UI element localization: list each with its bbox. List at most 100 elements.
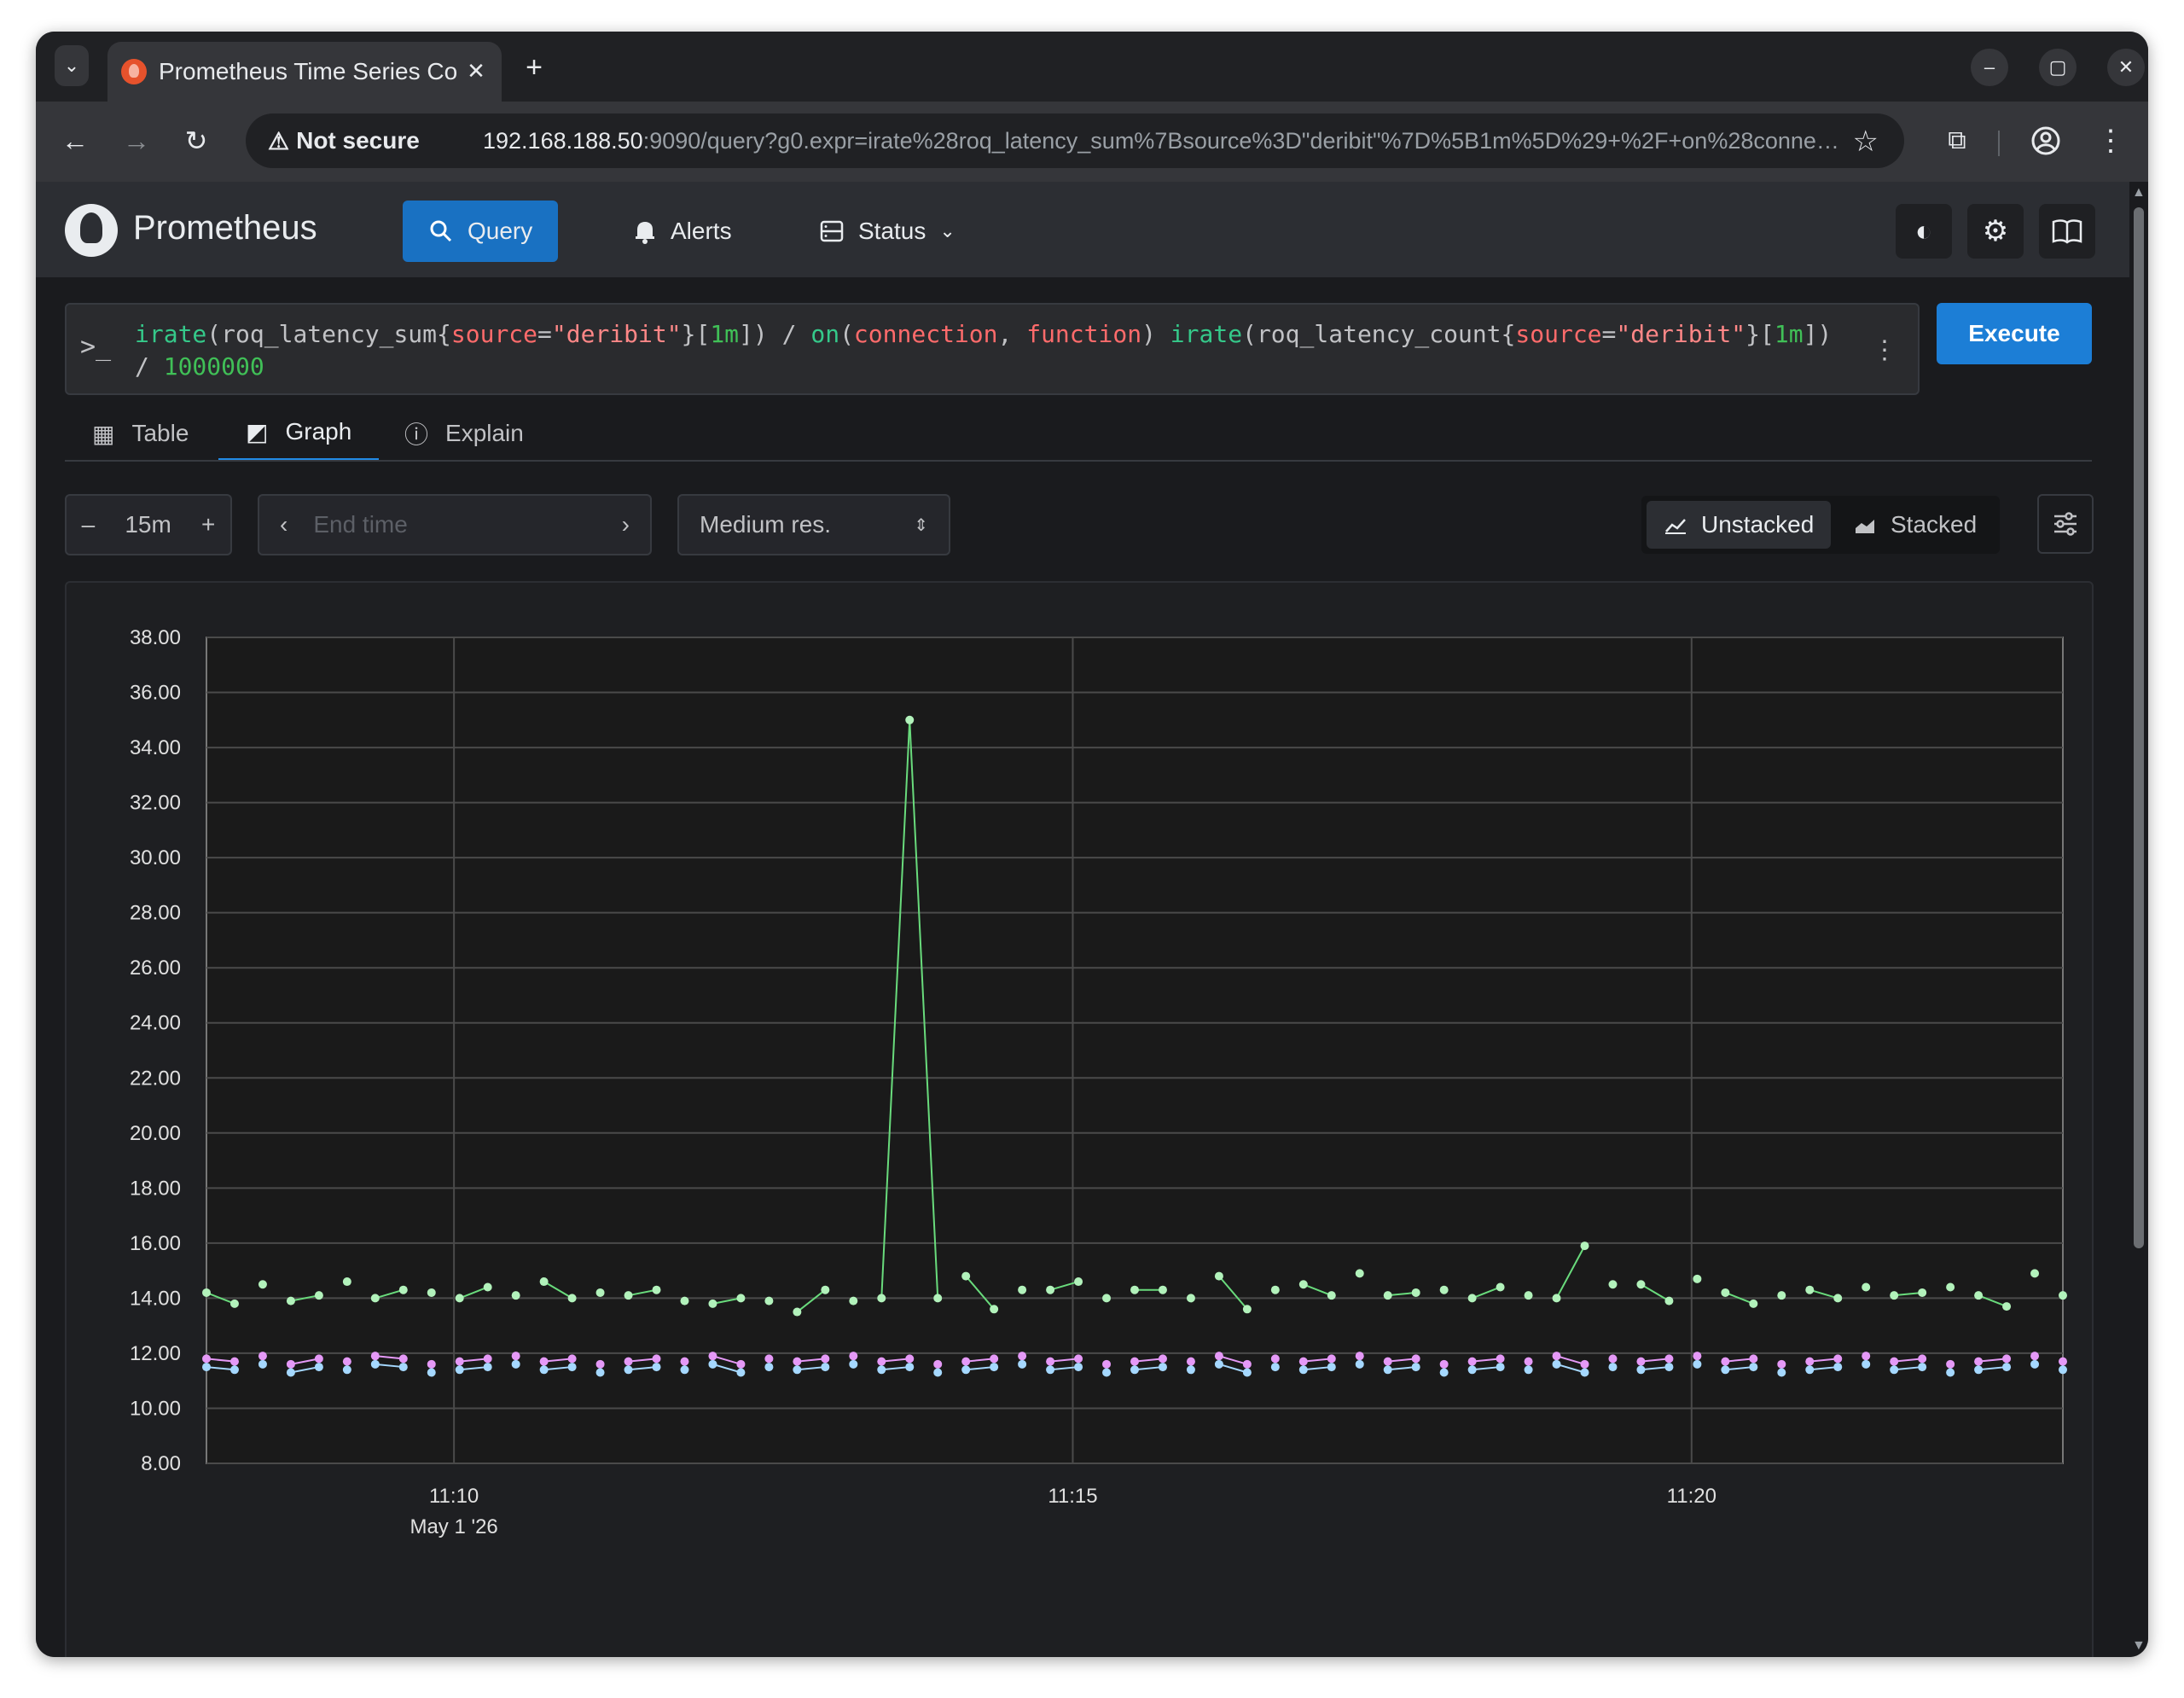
range-value[interactable]: 15m: [125, 511, 171, 538]
series-1-point: [2002, 1354, 2012, 1364]
y-tick-label: 34.00: [130, 736, 181, 759]
series-2-point: [2059, 1365, 2067, 1375]
nav-status[interactable]: Status ⌄: [793, 201, 981, 262]
series-0-point: [1608, 1280, 1618, 1289]
maximize-window-button[interactable]: ▢: [2039, 49, 2077, 86]
more-vertical-icon[interactable]: ⋮: [2090, 120, 2131, 161]
expression-editor[interactable]: >_ irate(roq_latency_sum{source="deribit…: [65, 303, 1920, 395]
series-1-point: [1946, 1359, 1955, 1369]
tab-close-icon[interactable]: ✕: [461, 55, 491, 86]
new-tab-button[interactable]: +: [515, 49, 553, 86]
series-0-point: [1524, 1291, 1533, 1300]
series-0-point: [849, 1296, 858, 1305]
gear-icon[interactable]: ⚙: [1967, 204, 2024, 259]
series-2-point: [314, 1363, 323, 1372]
scroll-up-icon[interactable]: ▲: [2132, 185, 2146, 201]
series-2-point: [511, 1359, 520, 1369]
profile-avatar-icon[interactable]: [2025, 120, 2066, 161]
series-0-point: [736, 1294, 746, 1303]
stacked-option[interactable]: Stacked: [1836, 501, 1994, 549]
prometheus-logo-icon[interactable]: [65, 204, 118, 257]
tab-explain[interactable]: ⓘ Explain: [377, 405, 551, 462]
range-decrease-button[interactable]: –: [82, 511, 96, 538]
series-1-point: [1524, 1357, 1533, 1366]
url-text[interactable]: 192.168.188.50:9090/query?g0.expr=irate%…: [483, 128, 1848, 154]
security-chip[interactable]: ⚠ Not secure: [258, 121, 430, 160]
scrollbar-thumb[interactable]: [2134, 207, 2144, 1248]
series-2-point: [342, 1365, 351, 1375]
url-path: :9090/query?g0.expr=irate%28roq_latency_…: [642, 128, 1848, 154]
y-tick-label: 8.00: [141, 1452, 181, 1475]
chevron-right-icon[interactable]: ›: [622, 511, 630, 538]
book-icon[interactable]: [2039, 204, 2095, 259]
y-tick-label: 16.00: [130, 1232, 181, 1255]
series-2-point: [990, 1363, 999, 1372]
series-0-point: [1974, 1291, 1984, 1300]
series-0-point: [595, 1288, 605, 1297]
series-1-point: [314, 1354, 323, 1364]
tab-graph[interactable]: ◩ Graph: [218, 405, 380, 462]
series-2-point: [1862, 1359, 1871, 1369]
series-0-point: [1242, 1305, 1252, 1314]
series-0-point: [1777, 1291, 1786, 1300]
extensions-puzzle-icon[interactable]: ⧉: [1937, 120, 1978, 161]
forward-arrow-icon[interactable]: →: [116, 120, 157, 161]
series-2-point: [1552, 1359, 1561, 1369]
expr-token-num: 1m: [710, 320, 740, 348]
execute-button[interactable]: Execute: [1937, 303, 2092, 364]
end-time-input[interactable]: End time: [288, 511, 621, 538]
series-1-point: [483, 1354, 492, 1364]
tab-search-button[interactable]: ⌄: [55, 45, 89, 86]
table-icon: ▦: [92, 420, 115, 447]
scroll-down-icon[interactable]: ▼: [2132, 1638, 2146, 1654]
series-1-point: [1439, 1359, 1449, 1369]
expr-token-lbl: source: [1515, 320, 1602, 348]
series-0-point: [398, 1285, 408, 1294]
brand-title[interactable]: Prometheus: [133, 209, 317, 247]
series-2-point: [1214, 1359, 1223, 1369]
close-window-button[interactable]: ✕: [2107, 49, 2145, 86]
nav-alerts[interactable]: Alerts: [607, 201, 758, 262]
editor-more-vertical-icon[interactable]: ⋮: [1872, 335, 1897, 365]
x-tick-sublabel: May 1 '26: [410, 1515, 497, 1538]
resolution-select[interactable]: Medium res. ⇕: [677, 494, 950, 555]
tab-table[interactable]: ▦ Table: [65, 405, 216, 462]
series-0-point: [1890, 1291, 1899, 1300]
series-2-point: [1833, 1363, 1843, 1372]
expr-token-lbl: connection: [853, 320, 998, 348]
line-chart-icon: [1665, 519, 1686, 534]
series-1-point: [342, 1357, 351, 1366]
nav-query[interactable]: Query: [403, 201, 559, 262]
browser-tab[interactable]: Prometheus Time Series Collection and Pr…: [107, 42, 502, 102]
chevron-left-icon[interactable]: ‹: [280, 511, 288, 538]
unstacked-option[interactable]: Unstacked: [1647, 501, 1832, 549]
series-2-point: [652, 1363, 661, 1372]
series-2-point: [1018, 1359, 1027, 1369]
series-1-point: [398, 1354, 408, 1364]
address-bar[interactable]: ⚠ Not secure 192.168.188.50:9090/query?g…: [246, 113, 1904, 168]
series-2-point: [1636, 1365, 1646, 1375]
expr-token-str: "deribit": [551, 320, 682, 348]
sliders-icon[interactable]: [2037, 494, 2094, 554]
minimize-window-button[interactable]: –: [1971, 49, 2008, 86]
graph-panel: 38.00 36.00 34.00 32.00 30.00 28.00 26.00 24.00…: [65, 581, 2094, 1657]
back-arrow-icon[interactable]: ←: [55, 120, 96, 161]
y-tick-label: 24.00: [130, 1012, 181, 1035]
series-2-point: [1130, 1365, 1139, 1375]
nav-query-label: Query: [468, 218, 533, 244]
series-2-point: [1580, 1368, 1589, 1377]
series-2-point: [1439, 1368, 1449, 1377]
expression-text[interactable]: irate(roq_latency_sum{source="deribit"}[…: [135, 318, 1841, 383]
series-0-point: [1918, 1288, 1927, 1297]
reload-icon[interactable]: ↻: [176, 120, 217, 161]
series-0-point: [1439, 1285, 1449, 1294]
theme-toggle-icon[interactable]: ◐: [1896, 204, 1952, 259]
page-scrollbar[interactable]: ▲ ▼: [2129, 182, 2148, 1657]
latency-chart[interactable]: 38.00 36.00 34.00 32.00 30.00 28.00 26.00 24.00…: [67, 583, 2095, 1657]
expr-token-p: (: [839, 320, 854, 348]
series-0-point: [202, 1288, 211, 1297]
series-1-point: [1862, 1352, 1871, 1361]
bookmark-star-icon[interactable]: ☆: [1853, 125, 1879, 159]
range-increase-button[interactable]: +: [201, 511, 215, 538]
expr-token-num: 1000000: [163, 352, 264, 381]
